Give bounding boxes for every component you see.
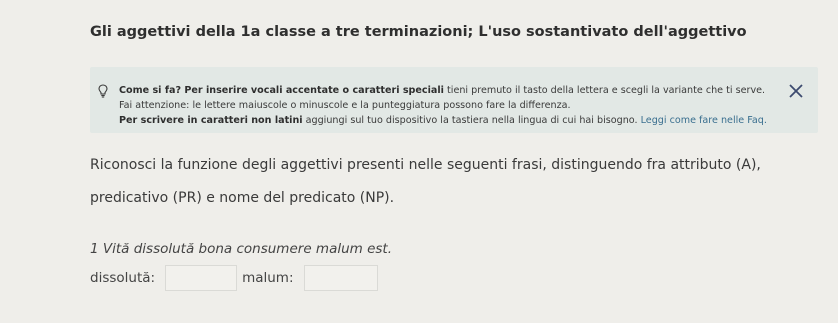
answer-input-dissoluta[interactable] (165, 265, 238, 291)
latin-sentence: 1 Vită dissolută bona consumere malum es… (90, 241, 393, 257)
info-text-2: aggiungi sul tuo dispositivo la tastiera… (302, 115, 638, 126)
answer-row: dissolută: malum: (90, 263, 383, 293)
info-text: Come si fa? Per inserire vocali accentat… (119, 83, 779, 128)
answer-label-malum: malum: (242, 270, 294, 286)
close-icon[interactable] (788, 83, 804, 99)
faq-link[interactable]: Leggi come fare nelle Faq. (641, 115, 767, 126)
info-banner: Come si fa? Per inserire vocali accentat… (90, 67, 818, 133)
info-bold-1: Come si fa? Per inserire vocali accentat… (119, 85, 444, 96)
exercise-title: Gli aggettivi della 1a classe a tre term… (90, 24, 747, 40)
lightbulb-icon (98, 83, 108, 98)
question-text: Riconosci la funzione degli aggettivi pr… (90, 157, 761, 206)
answer-input-malum[interactable] (303, 265, 378, 291)
info-bold-2: Per scrivere in caratteri non latini (119, 115, 303, 126)
answer-label-dissoluta: dissolută: (90, 270, 156, 286)
